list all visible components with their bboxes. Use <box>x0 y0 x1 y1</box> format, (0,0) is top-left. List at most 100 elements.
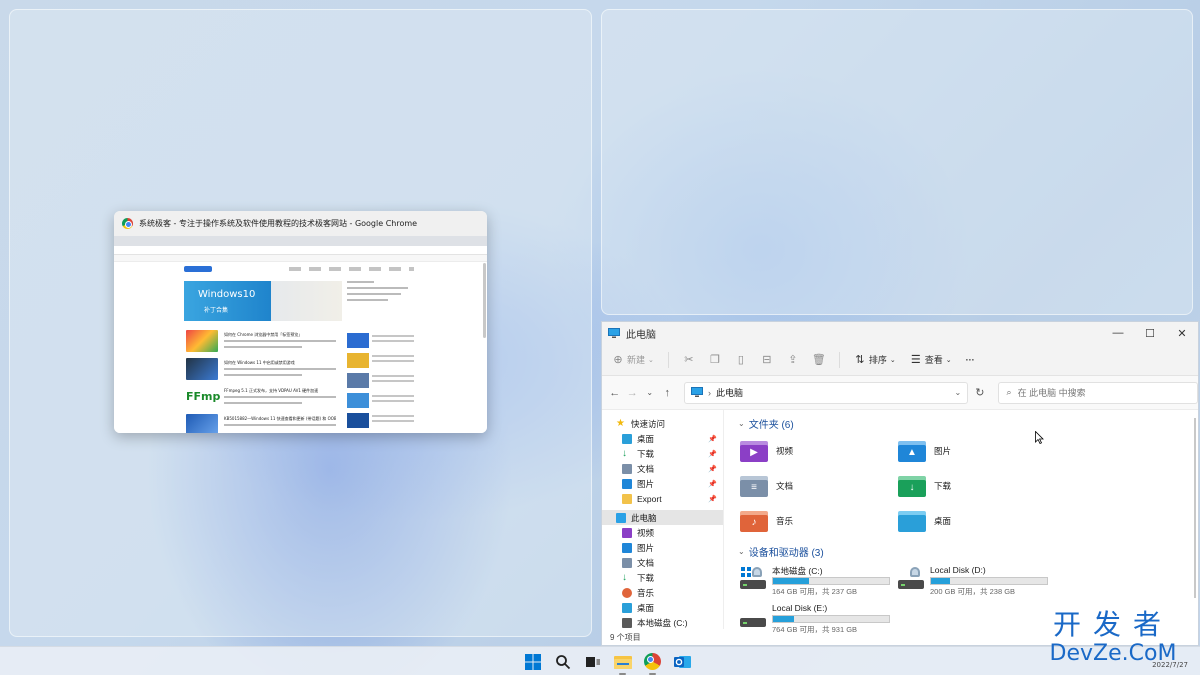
share-icon: ⇪ <box>788 354 798 366</box>
breadcrumb-this-pc[interactable]: 此电脑 <box>716 386 743 399</box>
desktop-folder-icon <box>622 433 632 444</box>
task-view-button[interactable] <box>582 651 603 672</box>
nav-item-documents[interactable]: 文档 <box>602 555 723 570</box>
folder-pictures[interactable]: ▲ 图片 <box>898 438 1056 464</box>
folder-documents[interactable]: ≡ 文档 <box>740 473 898 499</box>
file-explorer-window[interactable]: 此电脑 — ☐ ✕ ⊕ 新建 ⌄ ✂ ❐ ▯ ⊟ ⇪ 🗑 ⇅ 排序 ⌄ ☰ 查看… <box>601 321 1199 646</box>
folder-icon <box>622 493 632 504</box>
nav-item-downloads[interactable]: ↓ 下载 📌 <box>602 446 723 461</box>
drives-group-header[interactable]: ⌄ 设备和驱动器 (3) <box>738 542 1198 560</box>
hot-item <box>347 393 415 411</box>
nav-item-label: 桌面 <box>637 602 655 613</box>
watermark-line1: 开发者 <box>1052 608 1173 641</box>
chrome-window-thumbnail[interactable]: 系统极客 - 专注于操作系统及软件使用教程的技术极客网站 - Google Ch… <box>114 211 487 433</box>
drive-d[interactable]: Local Disk (D:) 200 GB 可用，共 238 GB <box>898 565 1056 596</box>
windows-drive-icon <box>740 565 768 591</box>
mouse-cursor-icon <box>1035 431 1044 444</box>
search-placeholder: 在 此电脑 中搜索 <box>1017 388 1086 398</box>
rename-button[interactable]: ⊟ <box>761 354 773 366</box>
article-item: 如何在 Windows 11 中启用或禁用游戏 <box>184 358 342 382</box>
music-folder-icon: ♪ <box>740 509 768 533</box>
search-button[interactable] <box>552 651 573 672</box>
pin-icon: 📌 <box>708 435 717 443</box>
collapse-chevron-icon[interactable]: ⌄ <box>738 419 745 428</box>
drive-icon <box>622 617 632 628</box>
pictures-folder-icon: ▲ <box>898 439 926 463</box>
article-item: KB5015882—Windows 11 快速查看和更新 (带话题) 和 OOB… <box>184 414 342 433</box>
video-folder-icon: ▶ <box>740 439 768 463</box>
folders-group-header[interactable]: ⌄ 文件夹 (6) <box>738 414 1198 432</box>
folder-videos[interactable]: ▶ 视频 <box>740 438 898 464</box>
collapse-chevron-icon[interactable]: ⌄ <box>738 547 745 556</box>
nav-item-music[interactable]: 音乐 <box>602 585 723 600</box>
address-bar[interactable]: › 此电脑 ⌄ <box>684 381 969 404</box>
hot-item <box>347 413 415 431</box>
thumbnail-bookmarks-bar <box>114 255 487 262</box>
delete-button[interactable]: 🗑 <box>812 354 826 366</box>
recent-locations-chevron-icon[interactable]: ⌄ <box>641 388 659 397</box>
nav-item-pictures[interactable]: 图片 📌 <box>602 476 723 491</box>
nav-item-label: 桌面 <box>637 433 655 444</box>
nav-item-this-pc[interactable]: 此电脑 <box>602 510 723 525</box>
explorer-title-bar[interactable]: 此电脑 — ☐ ✕ <box>602 322 1198 344</box>
close-button[interactable]: ✕ <box>1166 322 1198 344</box>
desktop-folder-icon <box>898 509 926 533</box>
folder-downloads[interactable]: ↓ 下载 <box>898 473 1056 499</box>
refresh-icon[interactable]: ↻ <box>968 386 991 399</box>
back-arrow-icon[interactable]: ← <box>606 387 624 399</box>
more-options-button[interactable]: ··· <box>966 355 975 365</box>
nav-item-label: 下载 <box>637 572 655 583</box>
folder-music[interactable]: ♪ 音乐 <box>740 508 898 534</box>
nav-item-label: 文档 <box>637 463 655 474</box>
search-input[interactable]: ⌕ 在 此电脑 中搜索 <box>997 381 1198 404</box>
cut-button[interactable]: ✂ <box>683 354 695 366</box>
maximize-button[interactable]: ☐ <box>1134 322 1166 344</box>
chrome-taskbar-button[interactable] <box>642 651 663 675</box>
view-button[interactable]: ☰ 查看 ⌄ <box>910 353 952 366</box>
view-button-label: 查看 <box>924 355 943 365</box>
site-logo <box>184 266 212 272</box>
sort-button[interactable]: ⇅ 排序 ⌄ <box>854 353 896 366</box>
nav-item-drive-c[interactable]: 本地磁盘 (C:) <box>602 615 723 629</box>
watermark: 开发者 DevZe.CoM <box>1034 609 1192 671</box>
nav-item-label: 快速访问 <box>631 418 666 429</box>
file-explorer-taskbar-button[interactable] <box>612 651 633 675</box>
forward-arrow-icon[interactable]: → <box>624 387 642 399</box>
nav-item-downloads[interactable]: ↓ 下载 <box>602 570 723 585</box>
nav-item-export[interactable]: Export 📌 <box>602 491 723 506</box>
article-title: KB5015882—Windows 11 快速查看和更新 (带话题) 和 OOB… <box>224 416 336 421</box>
outlook-taskbar-button[interactable] <box>672 651 693 672</box>
up-arrow-icon[interactable]: ↑ <box>659 387 677 399</box>
folder-name: 下载 <box>934 481 952 491</box>
copy-button[interactable]: ❐ <box>709 354 721 366</box>
address-dropdown-chevron-icon[interactable]: ⌄ <box>955 388 962 397</box>
content-scrollbar[interactable] <box>1194 418 1196 598</box>
this-pc-icon <box>608 327 620 338</box>
minimize-button[interactable]: — <box>1102 322 1134 344</box>
nav-item-videos[interactable]: 视频 <box>602 525 723 540</box>
drive-e[interactable]: Local Disk (E:) 764 GB 可用，共 931 GB <box>740 603 898 634</box>
snap-zone-right-top[interactable] <box>601 9 1193 315</box>
nav-item-desktop[interactable]: 桌面 <box>602 600 723 615</box>
nav-item-pictures[interactable]: 图片 <box>602 540 723 555</box>
watermark-line2: DevZe.CoM <box>1049 641 1177 666</box>
drive-usage-bar <box>772 577 890 585</box>
start-button[interactable] <box>522 651 543 672</box>
nav-item-documents[interactable]: 文档 📌 <box>602 461 723 476</box>
drive-name: 本地磁盘 (C:) <box>772 566 823 576</box>
nav-item-desktop[interactable]: 桌面 📌 <box>602 431 723 446</box>
nav-item-label: 图片 <box>637 542 655 553</box>
hot-item <box>347 333 415 351</box>
nav-quick-access[interactable]: ★ 快速访问 <box>602 416 723 431</box>
folder-name: 文档 <box>776 481 794 491</box>
new-button[interactable]: ⊕ 新建 ⌄ <box>612 353 654 366</box>
downloads-folder-icon: ↓ <box>898 474 926 498</box>
folder-desktop[interactable]: 桌面 <box>898 508 1056 534</box>
banner-subtitle: 补丁合集 <box>204 307 229 314</box>
share-button[interactable]: ⇪ <box>787 354 799 366</box>
breadcrumb-separator-icon: › <box>708 387 711 398</box>
drive-c[interactable]: 本地磁盘 (C:) 164 GB 可用，共 237 GB <box>740 565 898 596</box>
task-view-icon <box>585 656 600 667</box>
paste-button[interactable]: ▯ <box>735 354 747 366</box>
drive-usage-bar <box>930 577 1048 585</box>
